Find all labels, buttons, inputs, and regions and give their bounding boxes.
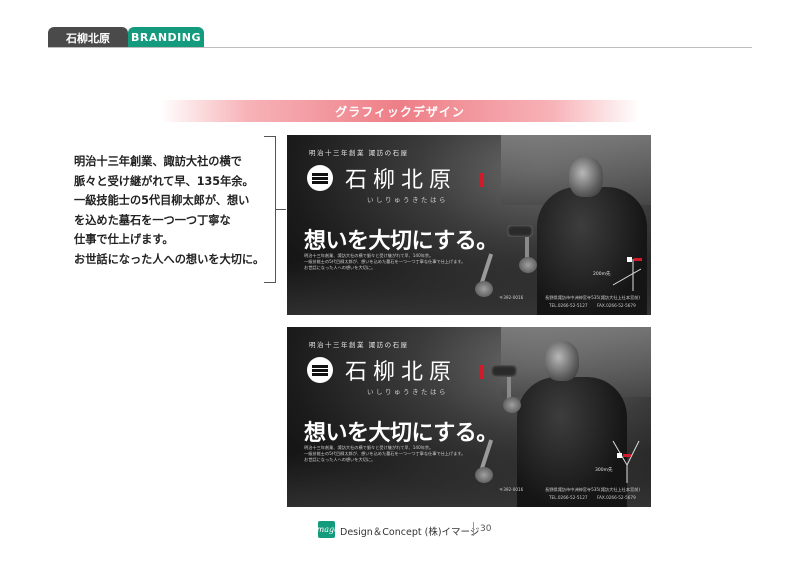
ad-fax: FAX.0266-52-5679	[597, 495, 636, 500]
header-divider	[48, 47, 752, 48]
ad-brand-name: 石柳北原	[345, 360, 458, 385]
section-title: グラフィックデザイン	[335, 104, 465, 119]
tab-company[interactable]: 石柳北原	[48, 27, 128, 48]
description-line: 脈々と受け継がれて早、135年余。	[74, 174, 254, 188]
page-number: 30	[480, 524, 492, 534]
ad-body-line: お世話になった人への想いを大切に。	[304, 457, 376, 462]
description-line: を込めた墓石を一つ一つ丁寧な	[74, 213, 231, 227]
ad-address: 長野県諏訪市中洲神宮寺535(諏訪大社上社本宮前)	[545, 295, 641, 300]
ad-tel: TEL.0266-52-5127	[549, 495, 588, 500]
signboard-design-1: 明治十三年創業 諏訪の石屋 石柳北原 いしりゅうきたはら 想いを大切にする。 明…	[287, 135, 651, 315]
description-text: 明治十三年創業、諏訪大社の横で 脈々と受け継がれて早、135年余。 一級技能士の…	[74, 152, 274, 269]
direction-map-icon	[612, 257, 642, 291]
direction-map-icon	[612, 440, 640, 483]
ad-brand-name: 石柳北原	[345, 168, 458, 193]
ad-tel: TEL.0266-52-5127	[549, 303, 588, 308]
ad-headline: 想いを大切にする。	[304, 229, 498, 254]
ad-address: 長野県諏訪市中洲神宮寺535(諏訪大社上社本宮前)	[545, 487, 641, 492]
brand-red-mark	[480, 365, 484, 379]
logo-emblem-icon	[307, 165, 333, 191]
footer-divider	[473, 522, 474, 536]
description-line: 一級技能士の5代目柳太郎が、想い	[74, 194, 250, 207]
company-logo-icon: image	[314, 521, 339, 538]
map-distance: 200m先	[593, 272, 611, 277]
signboard-design-2: 明治十三年創業 諏訪の石屋 石柳北原 いしりゅうきたはら 想いを大切にする。 明…	[287, 327, 651, 507]
ad-tagline: 明治十三年創業 諏訪の石屋	[309, 149, 409, 157]
ad-zip: 〒392-0016	[499, 295, 524, 300]
map-distance: 300m先	[595, 468, 613, 473]
ad-headline: 想いを大切にする。	[304, 421, 498, 446]
logo-emblem-icon	[307, 357, 333, 383]
description-line: お世話になった人への想いを大切に。	[74, 252, 265, 266]
section-banner: グラフィックデザイン	[160, 100, 640, 122]
brand-red-mark	[480, 173, 484, 187]
tab-branding[interactable]: BRANDING	[128, 27, 204, 48]
ad-tagline: 明治十三年創業 諏訪の石屋	[309, 341, 409, 349]
footer-company: Design＆Concept (株)イマージ	[340, 527, 480, 538]
ad-zip: 〒392-0016	[499, 487, 524, 492]
description-line: 仕事で仕上げます。	[74, 233, 174, 246]
ad-brand-reading: いしりゅうきたはら	[367, 388, 448, 396]
callout-connector	[276, 209, 286, 210]
ad-body-line: お世話になった人への想いを大切に。	[304, 265, 376, 270]
description-line: 明治十三年創業、諏訪大社の横で	[74, 155, 242, 168]
ad-fax: FAX.0266-52-5679	[597, 303, 636, 308]
callout-bracket	[264, 136, 276, 283]
ad-brand-reading: いしりゅうきたはら	[367, 196, 448, 204]
